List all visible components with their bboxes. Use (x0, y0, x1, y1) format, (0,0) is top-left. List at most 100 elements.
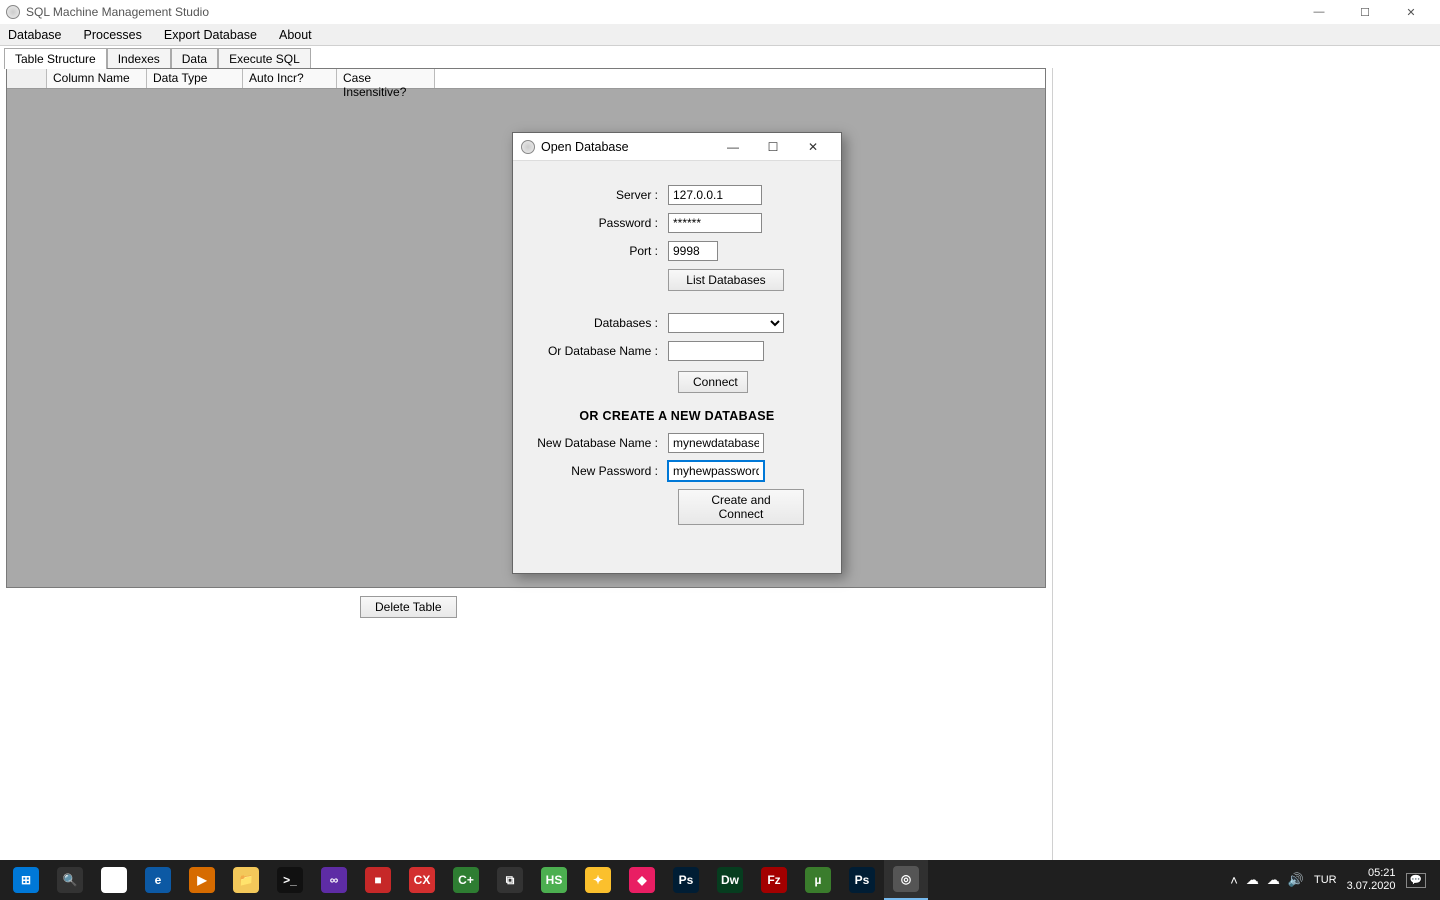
taskbar-app-win[interactable]: ⧉ (488, 860, 532, 900)
tab-table-structure[interactable]: Table Structure (4, 48, 107, 69)
taskbar-app-current[interactable]: ◎ (884, 860, 928, 900)
tray-notifications-icon[interactable]: 💬 (1406, 873, 1426, 888)
dialog-icon (521, 140, 535, 154)
tab-strip: Table Structure Indexes Data Execute SQL (0, 46, 1440, 68)
taskbar-app-cpp-icon: C+ (453, 867, 479, 893)
taskbar-app-current-icon: ◎ (893, 866, 919, 892)
taskbar-edge[interactable]: e (136, 860, 180, 900)
tray-icons[interactable]: ˄ ☁ ☁ 🔊 (1230, 872, 1304, 888)
taskbar-vs[interactable]: ∞ (312, 860, 356, 900)
taskbar-app-win-icon: ⧉ (497, 867, 523, 893)
databases-select[interactable] (668, 313, 784, 333)
taskbar-vs-icon: ∞ (321, 867, 347, 893)
taskbar-edge-icon: e (145, 867, 171, 893)
taskbar-app-red1-icon: ■ (365, 867, 391, 893)
new-password-input[interactable] (668, 461, 764, 481)
window-close-button[interactable]: ✕ (1388, 0, 1434, 24)
databases-label: Databases : (533, 316, 658, 330)
open-database-dialog: Open Database — ☐ ✕ Server : Password : … (512, 132, 842, 574)
tray-date: 3.07.2020 (1347, 880, 1396, 893)
taskbar-app-hs-icon: HS (541, 867, 567, 893)
taskbar-app-pink[interactable]: ◆ (620, 860, 664, 900)
window-titlebar: SQL Machine Management Studio — ☐ ✕ (0, 0, 1440, 24)
dialog-titlebar[interactable]: Open Database — ☐ ✕ (513, 133, 841, 161)
app-icon (6, 5, 20, 19)
window-title: SQL Machine Management Studio (26, 5, 209, 19)
dialog-close-button[interactable]: ✕ (793, 140, 833, 154)
taskbar-fz-icon: Fz (761, 867, 787, 893)
new-password-label: New Password : (533, 464, 658, 478)
taskbar-dw[interactable]: Dw (708, 860, 752, 900)
grid-header-case-insensitive[interactable]: Case Insensitive? (337, 69, 435, 88)
taskbar-explorer-icon: 📁 (233, 867, 259, 893)
tray-up-icon[interactable]: ˄ (1230, 873, 1238, 888)
taskbar-dw-icon: Dw (717, 867, 743, 893)
port-input[interactable] (668, 241, 718, 261)
taskbar-app-y[interactable]: ✦ (576, 860, 620, 900)
taskbar-media[interactable]: ▶ (180, 860, 224, 900)
taskbar-search[interactable]: 🔍 (48, 860, 92, 900)
new-dbname-input[interactable] (668, 433, 764, 453)
dialog-title: Open Database (541, 140, 629, 154)
taskbar-app-y-icon: ✦ (585, 867, 611, 893)
taskbar-utorrent[interactable]: µ (796, 860, 840, 900)
taskbar-cmd[interactable]: >_ (268, 860, 312, 900)
taskbar-ps-icon: Ps (673, 867, 699, 893)
window-minimize-button[interactable]: — (1296, 0, 1342, 24)
tray-clock[interactable]: 05:21 3.07.2020 (1347, 867, 1396, 892)
taskbar-app-cpp[interactable]: C+ (444, 860, 488, 900)
or-dbname-input[interactable] (668, 341, 764, 361)
tray-time: 05:21 (1347, 867, 1396, 880)
dialog-maximize-button[interactable]: ☐ (753, 140, 793, 154)
taskbar: ⊞ 🔍 ◉ e ▶ 📁 >_ ∞ ■ CX C+ ⧉ HS ✦ ◆ Ps Dw Fzµ Ps ◎ ˄ ☁ ☁ 🔊 TU… (0, 860, 1440, 900)
tab-indexes[interactable]: Indexes (107, 48, 171, 69)
menu-processes[interactable]: Processes (84, 28, 142, 42)
delete-table-button[interactable]: Delete Table (360, 596, 457, 618)
taskbar-app-pink-icon: ◆ (629, 867, 655, 893)
taskbar-ps[interactable]: Ps (664, 860, 708, 900)
tray-volume-icon[interactable]: 🔊 (1288, 872, 1304, 888)
taskbar-chrome[interactable]: ◉ (92, 860, 136, 900)
tray-language[interactable]: TUR (1314, 874, 1337, 886)
connect-button[interactable]: Connect (678, 371, 748, 393)
taskbar-ps2[interactable]: Ps (840, 860, 884, 900)
create-and-connect-button[interactable]: Create and Connect (678, 489, 804, 525)
taskbar-start-icon: ⊞ (13, 867, 39, 893)
grid-header-data-type[interactable]: Data Type (147, 69, 243, 88)
taskbar-fz[interactable]: Fz (752, 860, 796, 900)
taskbar-explorer[interactable]: 📁 (224, 860, 268, 900)
taskbar-app-cx[interactable]: CX (400, 860, 444, 900)
taskbar-start[interactable]: ⊞ (4, 860, 48, 900)
server-label: Server : (533, 188, 658, 202)
password-input[interactable] (668, 213, 762, 233)
dialog-minimize-button[interactable]: — (713, 140, 753, 154)
menu-bar: Database Processes Export Database About (0, 24, 1440, 46)
or-dbname-label: Or Database Name : (533, 344, 658, 358)
new-dbname-label: New Database Name : (533, 436, 658, 450)
window-maximize-button[interactable]: ☐ (1342, 0, 1388, 24)
taskbar-app-cx-icon: CX (409, 867, 435, 893)
taskbar-chrome-icon: ◉ (101, 867, 127, 893)
tab-data[interactable]: Data (171, 48, 218, 69)
menu-about[interactable]: About (279, 28, 312, 42)
grid-header-column-name[interactable]: Column Name (47, 69, 147, 88)
server-input[interactable] (668, 185, 762, 205)
port-label: Port : (533, 244, 658, 258)
menu-database[interactable]: Database (8, 28, 62, 42)
grid-header-row: Column Name Data Type Auto Incr? Case In… (7, 69, 1045, 89)
taskbar-search-icon: 🔍 (57, 867, 83, 893)
tray-cloud2-icon[interactable]: ☁ (1267, 872, 1280, 888)
side-pane (1052, 68, 1440, 868)
tab-execute-sql[interactable]: Execute SQL (218, 48, 311, 69)
grid-header-blank (7, 69, 47, 88)
tray-cloud-icon[interactable]: ☁ (1246, 872, 1259, 888)
list-databases-button[interactable]: List Databases (668, 269, 784, 291)
grid-header-auto-incr[interactable]: Auto Incr? (243, 69, 337, 88)
menu-export-database[interactable]: Export Database (164, 28, 257, 42)
taskbar-app-hs[interactable]: HS (532, 860, 576, 900)
taskbar-ps2-icon: Ps (849, 867, 875, 893)
taskbar-cmd-icon: >_ (277, 867, 303, 893)
create-section-heading: OR CREATE A NEW DATABASE (533, 409, 821, 423)
password-label: Password : (533, 216, 658, 230)
taskbar-app-red1[interactable]: ■ (356, 860, 400, 900)
